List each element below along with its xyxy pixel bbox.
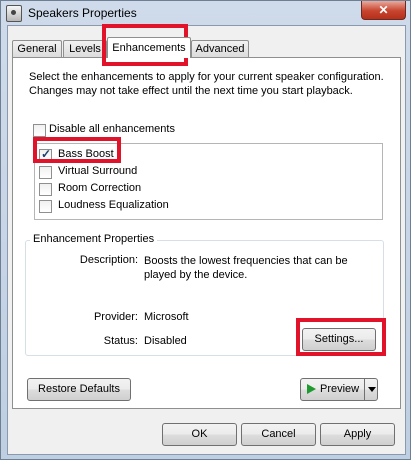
close-button[interactable]: ✕ [361, 1, 406, 20]
speaker-icon [6, 5, 22, 22]
tab-advanced[interactable]: Advanced [191, 40, 249, 57]
description-label: Description: [79, 254, 138, 266]
group-title: Enhancement Properties [30, 233, 158, 245]
checkbox-box[interactable] [33, 124, 46, 137]
instructions-text: Select the enhancements to apply for you… [29, 71, 384, 97]
checkbox-box[interactable] [39, 200, 52, 213]
checkbox-box[interactable] [39, 183, 52, 196]
disable-all-label: Disable all enhancements [49, 123, 175, 135]
ok-button[interactable]: OK [162, 423, 237, 446]
preview-button[interactable]: Preview [300, 378, 378, 401]
provider-value: Microsoft [144, 311, 189, 323]
list-item-label: Room Correction [58, 182, 142, 194]
apply-button[interactable]: Apply [320, 423, 395, 446]
highlight-bass-boost [33, 137, 121, 163]
tab-general[interactable]: General [12, 40, 62, 57]
title-bar[interactable]: Speakers Properties ✕ [1, 1, 410, 25]
properties-window: Speakers Properties ✕ General Levels Enh… [0, 0, 411, 460]
cancel-button[interactable]: Cancel [241, 423, 316, 446]
tab-enhancements[interactable]: Enhancements [107, 37, 191, 58]
list-item-label: Loudness Equalization [58, 199, 169, 211]
checkbox-box[interactable] [39, 166, 52, 179]
chevron-down-icon [368, 387, 376, 392]
window-title: Speakers Properties [28, 6, 137, 20]
status-label: Status: [103, 335, 138, 347]
status-value: Disabled [144, 335, 187, 347]
restore-defaults-button[interactable]: Restore Defaults [27, 378, 131, 401]
description-value: Boosts the lowest frequencies that can b… [144, 255, 348, 281]
preview-label: Preview [320, 383, 360, 395]
tab-levels[interactable]: Levels [63, 40, 107, 57]
preview-dropdown[interactable] [364, 379, 378, 400]
provider-label: Provider: [93, 311, 138, 323]
dialog-client-area: General Levels Enhancements Advanced Sel… [7, 25, 406, 455]
play-icon [307, 384, 316, 395]
highlight-settings-button [296, 318, 386, 356]
preview-label-wrap: Preview [301, 383, 359, 395]
list-item-label: Virtual Surround [58, 165, 138, 177]
